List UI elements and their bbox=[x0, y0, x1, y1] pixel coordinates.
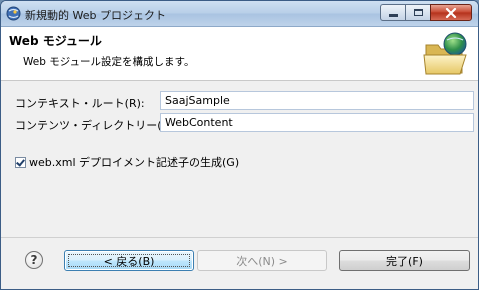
maximize-icon bbox=[413, 9, 423, 16]
dialog-window: 新規動的 Web プロジェクト Web モジュール Web モジュール設定を構成… bbox=[0, 0, 479, 290]
context-root-label: コンテキスト・ルート(R): bbox=[15, 97, 145, 110]
minimize-button[interactable] bbox=[380, 4, 405, 21]
generate-webxml-option[interactable]: web.xml デプロイメント記述子の生成(G) bbox=[15, 154, 239, 170]
focus-ring bbox=[68, 254, 190, 267]
finish-button[interactable]: 完了(F) bbox=[339, 250, 470, 271]
window-controls bbox=[380, 4, 472, 21]
close-button[interactable] bbox=[430, 4, 472, 21]
window-title: 新規動的 Web プロジェクト bbox=[25, 9, 166, 22]
next-button: 次へ(N) > bbox=[197, 250, 327, 271]
help-button[interactable]: ? bbox=[25, 251, 43, 269]
finish-button-label: 完了(F) bbox=[386, 254, 423, 268]
wizard-header: Web モジュール Web モジュール設定を構成します。 bbox=[1, 27, 478, 81]
next-button-label: 次へ(N) > bbox=[236, 254, 288, 268]
content-directory-input[interactable]: WebContent bbox=[160, 113, 474, 132]
help-icon: ? bbox=[30, 253, 38, 267]
eclipse-globe-icon bbox=[6, 6, 21, 21]
footer-divider bbox=[1, 237, 478, 238]
content-directory-label: コンテンツ・ディレクトリー(D): bbox=[15, 119, 178, 132]
page-description: Web モジュール設定を構成します。 bbox=[23, 56, 195, 68]
folder-globe-icon bbox=[423, 32, 467, 75]
title-bar[interactable]: 新規動的 Web プロジェクト bbox=[1, 1, 478, 27]
back-button[interactable]: < 戻る(B) bbox=[64, 250, 194, 271]
context-root-input[interactable]: SaajSample bbox=[160, 91, 474, 110]
minimize-icon bbox=[388, 14, 398, 17]
close-icon bbox=[445, 7, 457, 18]
generate-webxml-checkbox[interactable] bbox=[15, 156, 26, 168]
page-title: Web モジュール bbox=[9, 34, 102, 48]
maximize-button[interactable] bbox=[405, 4, 430, 21]
generate-webxml-label[interactable]: web.xml デプロイメント記述子の生成(G) bbox=[29, 154, 239, 170]
